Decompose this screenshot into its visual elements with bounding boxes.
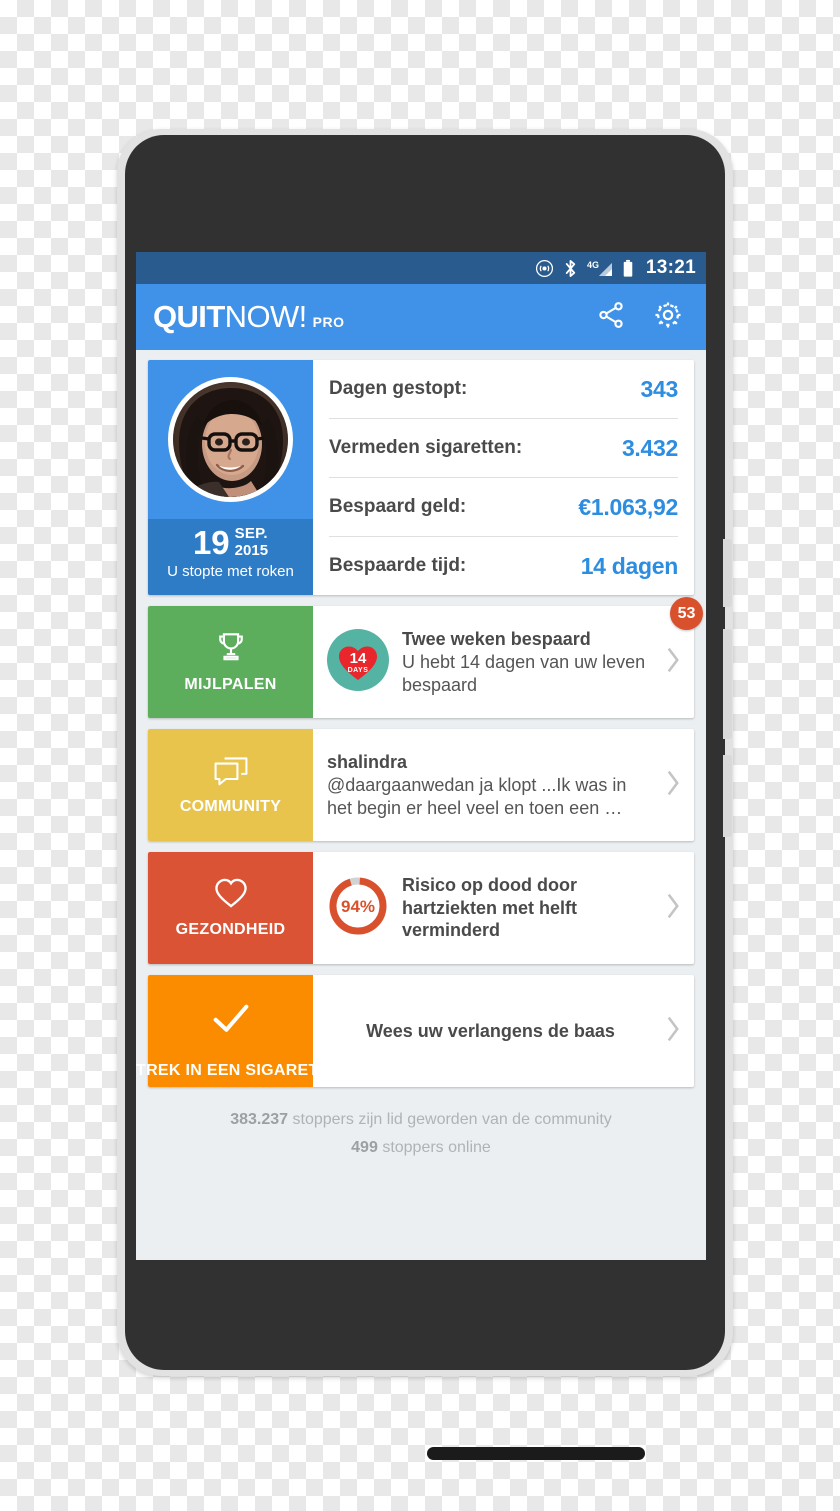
stat-label: Vermeden sigaretten: bbox=[329, 437, 523, 458]
footer-members-count: 383.237 bbox=[230, 1111, 289, 1128]
health-body[interactable]: 94% Risico op dood door hartziekten met … bbox=[313, 852, 694, 964]
community-card[interactable]: COMMUNITY shalindra @daargaanwedan ja kl… bbox=[148, 729, 694, 841]
chevron-right-icon[interactable] bbox=[662, 889, 684, 928]
stat-row: Dagen gestopt: 343 bbox=[329, 360, 678, 419]
volume-up-button[interactable] bbox=[723, 539, 732, 607]
craving-tile-label: TREK IN EEN SIGARET bbox=[136, 1061, 319, 1079]
hotspot-icon bbox=[535, 259, 554, 278]
health-tile[interactable]: GEZONDHEID bbox=[148, 852, 313, 964]
footer-online-text: stoppers online bbox=[382, 1139, 491, 1156]
chevron-right-icon[interactable] bbox=[662, 766, 684, 805]
status-bar: 4G 13:21 bbox=[136, 252, 706, 284]
community-tile[interactable]: COMMUNITY bbox=[148, 729, 313, 841]
bluetooth-icon bbox=[563, 259, 578, 278]
craving-card[interactable]: TREK IN EEN SIGARET Wees uw verlangens d… bbox=[136, 975, 694, 1087]
profile-panel[interactable]: 19 SEP. 2015 U stopte met roken bbox=[148, 360, 313, 595]
stat-row: Vermeden sigaretten: 3.432 bbox=[329, 419, 678, 478]
health-card[interactable]: GEZONDHEID 94% Risico op dood door hartz… bbox=[148, 852, 694, 964]
stat-label: Dagen gestopt: bbox=[329, 378, 468, 399]
milestone-medal-icon: 14 DAYS bbox=[327, 628, 389, 696]
logo-pro-badge: PRO bbox=[312, 314, 345, 330]
stat-row: Bespaard geld: €1.063,92 bbox=[329, 478, 678, 537]
app-bar: QUIT NOW! PRO bbox=[136, 284, 706, 350]
status-bar-clock: 13:21 bbox=[645, 257, 696, 278]
volume-down-button[interactable] bbox=[723, 629, 732, 739]
stat-label: Bespaarde tijd: bbox=[329, 555, 467, 576]
health-tile-label: GEZONDHEID bbox=[175, 920, 286, 938]
stat-value: 14 dagen bbox=[580, 552, 679, 579]
chat-bubbles-icon bbox=[213, 754, 249, 791]
stat-row: Bespaarde tijd: 14 dagen bbox=[329, 537, 678, 595]
gear-icon bbox=[652, 299, 684, 336]
milestones-badge: 53 bbox=[670, 597, 703, 630]
heart-outline-icon bbox=[213, 877, 249, 914]
signal-4g-icon: 4G bbox=[587, 259, 613, 278]
quit-date-day: 19 bbox=[192, 524, 230, 561]
community-text: shalindra @daargaanwedan ja klopt ...Ik … bbox=[327, 751, 660, 820]
milestone-text: Twee weken bespaard U hebt 14 dagen van … bbox=[402, 628, 660, 697]
avatar[interactable] bbox=[168, 377, 293, 502]
quit-date-year: 2015 bbox=[234, 541, 269, 559]
svg-text:14: 14 bbox=[350, 650, 367, 667]
trophy-icon bbox=[214, 630, 248, 669]
craving-text: Wees uw verlangens de baas bbox=[327, 1020, 660, 1043]
user-avatar-photo bbox=[173, 382, 288, 497]
craving-tile[interactable]: TREK IN EEN SIGARET bbox=[136, 975, 318, 1087]
quit-date-month: SEP. bbox=[234, 525, 268, 543]
footer-online-count: 499 bbox=[351, 1139, 378, 1156]
logo-now-text: NOW! bbox=[224, 299, 308, 334]
settings-button[interactable] bbox=[652, 299, 684, 336]
milestones-tile-label: MIJLPALEN bbox=[184, 675, 277, 693]
bottom-speaker bbox=[427, 1447, 645, 1460]
quit-date-row: 19 SEP. 2015 bbox=[148, 526, 313, 559]
milestone-subtitle: U hebt 14 dagen van uw leven bespaard bbox=[402, 652, 646, 695]
health-progress-ring: 94% bbox=[327, 875, 389, 942]
stat-label: Bespaard geld: bbox=[329, 496, 467, 517]
phone-screen: 4G 13:21 QUIT NOW! PRO 19 SEP. 2015 U st… bbox=[136, 252, 706, 1260]
app-logo: QUIT NOW! PRO bbox=[153, 299, 570, 335]
svg-text:4G: 4G bbox=[587, 260, 599, 270]
health-progress-label: 94% bbox=[341, 897, 375, 916]
community-tile-label: COMMUNITY bbox=[179, 797, 282, 815]
stat-value: 343 bbox=[640, 375, 679, 402]
svg-text:DAYS: DAYS bbox=[348, 667, 369, 674]
battery-icon bbox=[622, 259, 634, 278]
quit-date-caption: U stopte met roken bbox=[167, 563, 294, 580]
milestone-title: Twee weken bespaard bbox=[402, 628, 591, 649]
health-title: Risico op dood door hartziekten met helf… bbox=[402, 875, 578, 941]
chevron-right-icon[interactable] bbox=[662, 643, 684, 682]
community-footer: 383.237 stoppers zijn lid geworden van d… bbox=[148, 1098, 694, 1162]
stat-value: €1.063,92 bbox=[578, 493, 678, 520]
milestones-tile[interactable]: MIJLPALEN bbox=[148, 606, 313, 718]
footer-members-line: 383.237 stoppers zijn lid geworden van d… bbox=[148, 1106, 694, 1134]
power-button[interactable] bbox=[723, 755, 732, 837]
share-button[interactable] bbox=[596, 300, 626, 335]
logo-quit-text: QUIT bbox=[153, 299, 225, 334]
craving-body[interactable]: Wees uw verlangens de baas bbox=[313, 975, 694, 1087]
chevron-right-icon[interactable] bbox=[662, 1012, 684, 1051]
main-content: 19 SEP. 2015 U stopte met roken Dagen ge… bbox=[136, 350, 706, 1260]
stat-value: 3.432 bbox=[621, 434, 678, 461]
quit-date-month-year: SEP. 2015 bbox=[234, 525, 269, 559]
craving-title: Wees uw verlangens de baas bbox=[366, 1020, 615, 1041]
milestones-body[interactable]: 14 DAYS Twee weken bespaard U hebt 14 da… bbox=[313, 597, 703, 718]
community-body[interactable]: shalindra @daargaanwedan ja klopt ...Ik … bbox=[313, 729, 694, 841]
share-icon bbox=[596, 300, 626, 335]
footer-online-line: 499 stoppers online bbox=[148, 1134, 694, 1162]
quit-date-box: 19 SEP. 2015 U stopte met roken bbox=[148, 519, 313, 595]
community-message: @daargaanwedan ja klopt ...Ik was in het… bbox=[327, 775, 627, 818]
footer-members-text: stoppers zijn lid geworden van de commun… bbox=[292, 1111, 612, 1128]
check-icon bbox=[211, 1002, 251, 1041]
stats-list: Dagen gestopt: 343 Vermeden sigaretten: … bbox=[313, 360, 694, 595]
milestones-card[interactable]: MIJLPALEN 14 DAYS Twee weken bespaard U … bbox=[148, 597, 703, 718]
health-text: Risico op dood door hartziekten met helf… bbox=[402, 874, 660, 942]
community-username: shalindra bbox=[327, 751, 408, 772]
stats-card[interactable]: 19 SEP. 2015 U stopte met roken Dagen ge… bbox=[148, 360, 694, 595]
